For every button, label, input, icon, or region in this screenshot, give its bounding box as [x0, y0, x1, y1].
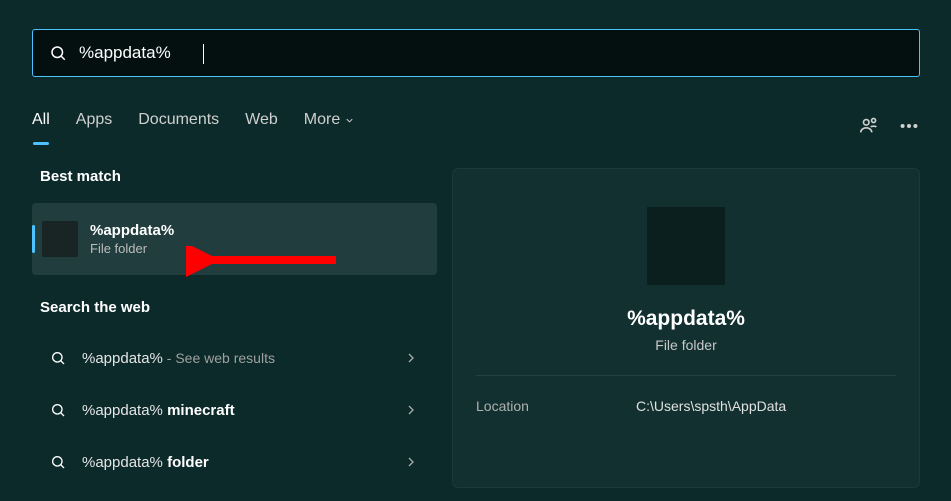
search-icon: [50, 454, 66, 470]
results-pane: Best match %appdata% File folder Search …: [32, 168, 437, 486]
org-search-icon[interactable]: [858, 115, 880, 137]
tab-web[interactable]: Web: [245, 111, 278, 141]
web-results-list: %appdata% - See web results %appdata% mi…: [32, 334, 437, 486]
best-match-subtitle: File folder: [90, 241, 174, 256]
best-match-title: %appdata%: [90, 222, 174, 239]
text-cursor: [203, 44, 204, 64]
search-web-label: Search the web: [32, 299, 437, 316]
chevron-right-icon: [403, 402, 419, 418]
chevron-right-icon: [403, 350, 419, 366]
web-result-label: %appdata% - See web results: [82, 350, 395, 367]
tab-more-label: More: [304, 111, 340, 129]
location-label: Location: [476, 398, 636, 414]
folder-icon: [647, 207, 725, 285]
best-match-result[interactable]: %appdata% File folder: [32, 203, 437, 275]
chevron-right-icon: [403, 454, 419, 470]
folder-icon: [42, 221, 78, 257]
web-result-item[interactable]: %appdata% folder: [32, 438, 437, 486]
web-result-item[interactable]: %appdata% - See web results: [32, 334, 437, 382]
best-match-label: Best match: [32, 168, 437, 185]
preview-pane: %appdata% File folder Location C:\Users\…: [452, 168, 920, 488]
tab-documents[interactable]: Documents: [138, 111, 219, 141]
divider: [476, 375, 896, 376]
web-result-item[interactable]: %appdata% minecraft: [32, 386, 437, 434]
preview-subtitle: File folder: [655, 337, 716, 353]
search-icon: [49, 44, 67, 62]
chevron-down-icon: [344, 115, 355, 126]
search-icon: [50, 350, 66, 366]
tab-all[interactable]: All: [32, 111, 50, 141]
web-result-label: %appdata% folder: [82, 454, 395, 471]
location-value: C:\Users\spsth\AppData: [636, 398, 786, 414]
tab-more[interactable]: More: [304, 111, 355, 141]
search-icon: [50, 402, 66, 418]
web-result-label: %appdata% minecraft: [82, 402, 395, 419]
location-row: Location C:\Users\spsth\AppData: [476, 398, 896, 414]
tab-apps[interactable]: Apps: [76, 111, 112, 141]
more-options-icon[interactable]: [898, 115, 920, 137]
preview-title: %appdata%: [627, 307, 745, 331]
filter-tabs: All Apps Documents Web More: [32, 108, 920, 144]
search-bar[interactable]: %appdata%: [32, 29, 920, 77]
